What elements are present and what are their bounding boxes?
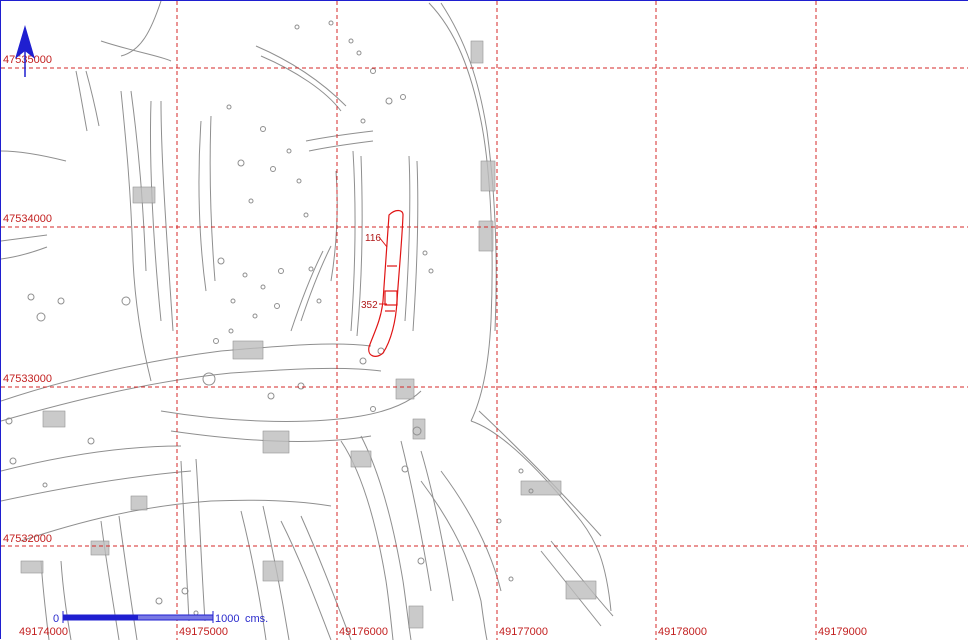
x-label-6: 49179000 — [818, 626, 867, 638]
hatched-sections — [20, 40, 597, 629]
y-axis-labels: 47535000 47534000 47533000 47532000 — [3, 54, 52, 545]
map-view[interactable]: 49174000 49175000 49176000 49177000 4917… — [0, 0, 968, 641]
y-label-1: 47535000 — [3, 54, 52, 66]
x-label-1: 49174000 — [19, 626, 68, 638]
x-label-2: 49175000 — [179, 626, 228, 638]
y-label-3: 47533000 — [3, 373, 52, 385]
annotation-352: 352 — [361, 300, 378, 311]
annotation-116: 116 — [365, 233, 381, 244]
scale-end-label: 1000 — [215, 613, 239, 625]
x-label-4: 49177000 — [499, 626, 548, 638]
scale-bar: 0 1000 cms. — [53, 611, 268, 625]
north-arrow-icon — [15, 25, 35, 77]
section-box — [384, 290, 398, 306]
scale-unit-label: cms. — [245, 613, 268, 625]
map-canvas: 49174000 49175000 49176000 49177000 4917… — [0, 0, 968, 641]
scale-zero-label: 0 — [53, 613, 59, 625]
x-label-3: 49176000 — [339, 626, 388, 638]
pits — [5, 20, 534, 616]
x-axis-labels: 49174000 49175000 49176000 49177000 4917… — [19, 626, 867, 638]
x-label-5: 49178000 — [658, 626, 707, 638]
y-label-4: 47532000 — [3, 533, 52, 545]
y-label-2: 47534000 — [3, 213, 52, 225]
